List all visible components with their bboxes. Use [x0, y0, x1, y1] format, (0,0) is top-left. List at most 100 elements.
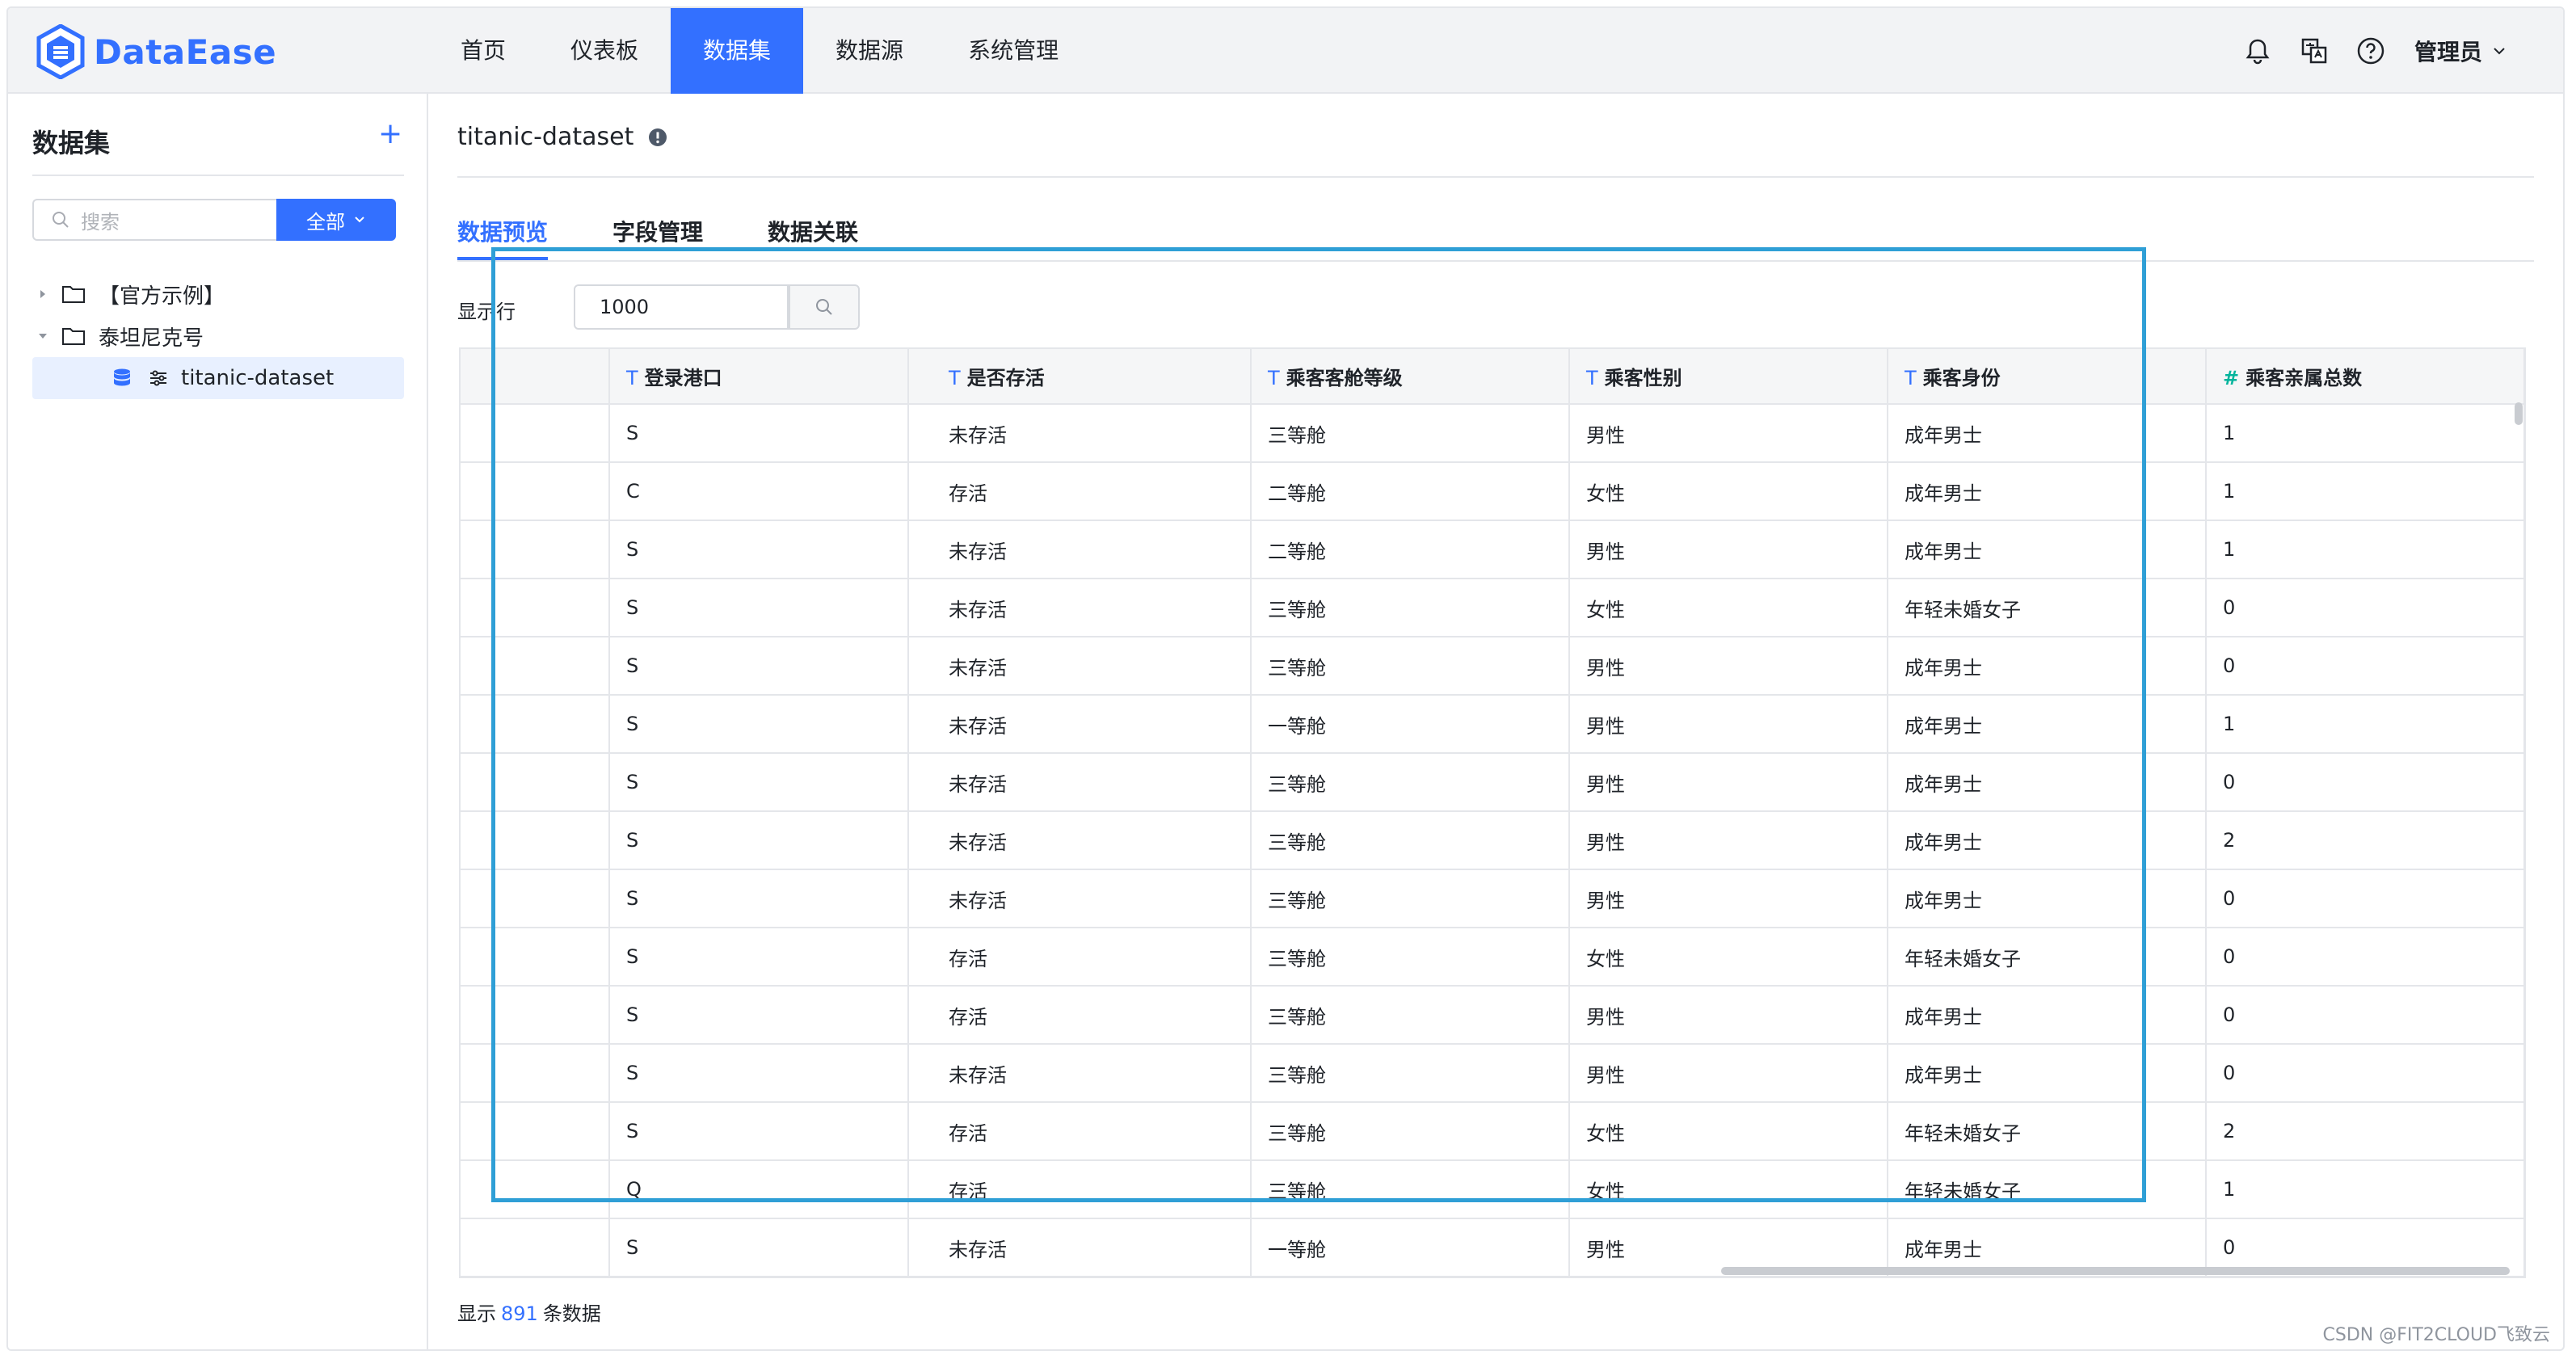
- column-header-label: 乘客性别: [1604, 367, 1682, 389]
- nav-item-dataset[interactable]: 数据集: [671, 8, 804, 94]
- rows-count-input[interactable]: 1000: [574, 284, 789, 330]
- column-gap: [908, 695, 932, 754]
- table-cell: 1: [2206, 404, 2524, 463]
- table-cell: S: [609, 986, 909, 1045]
- tabs-divider: [457, 260, 2534, 262]
- user-menu[interactable]: 管理员: [2414, 35, 2507, 67]
- rows-search-button[interactable]: [789, 284, 860, 330]
- table-cell: 0: [2206, 869, 2524, 928]
- text-type-icon: T: [626, 367, 638, 389]
- column-header[interactable]: T 乘客客舱等级: [1251, 349, 1570, 405]
- tree-item-label: 【官方示例】: [99, 284, 225, 309]
- row-index-header: [461, 349, 610, 405]
- column-gap: [908, 811, 932, 870]
- table-cell: S: [609, 1044, 909, 1103]
- table-cell: 男性: [1569, 1044, 1888, 1103]
- table-cell: 三等舱: [1251, 811, 1570, 870]
- table-cell: 男性: [1569, 695, 1888, 754]
- table-cell: 二等舱: [1251, 520, 1570, 579]
- table-row: S 未存活 三等舱 男性 成年男士 1: [461, 404, 2524, 463]
- help-icon[interactable]: [2355, 35, 2387, 67]
- table-cell: 成年男士: [1888, 869, 2207, 928]
- table-cell: 三等舱: [1251, 404, 1570, 463]
- count-suffix: 条数据: [542, 1302, 601, 1325]
- caret-down-icon[interactable]: [32, 330, 53, 342]
- table-cell: 年轻未婚女子: [1888, 928, 2207, 987]
- nav-item-dashboard[interactable]: 仪表板: [538, 8, 671, 94]
- horizontal-scrollbar[interactable]: [1721, 1267, 2510, 1275]
- table-cell: S: [609, 579, 909, 637]
- column-gap: [908, 986, 932, 1045]
- tab-data-association[interactable]: 数据关联: [768, 215, 858, 260]
- sidebar-divider: [32, 175, 404, 176]
- row-index-cell: [461, 579, 610, 637]
- table-cell: 一等舱: [1251, 1218, 1570, 1277]
- row-index-cell: [461, 928, 610, 987]
- nav-item-datasource[interactable]: 数据源: [803, 8, 936, 94]
- column-header[interactable]: T 乘客身份: [1888, 349, 2207, 405]
- table-cell: 存活: [932, 462, 1252, 521]
- table-cell: S: [609, 811, 909, 870]
- table-cell: S: [609, 637, 909, 696]
- data-preview-table[interactable]: T 登录港口 T 是否存活 T 乘客客舱等级 T 乘客性别 T 乘客身份 # 乘客亲属总数 …: [459, 347, 2526, 1278]
- column-gap: [908, 349, 932, 405]
- table-row: S 未存活 三等舱 男性 成年男士 0: [461, 869, 2524, 928]
- search-placeholder: 搜索: [81, 210, 120, 234]
- table-cell: 1: [2206, 1160, 2524, 1219]
- table-row: S 未存活 三等舱 男性 成年男士 0: [461, 753, 2524, 812]
- table-cell: 男性: [1569, 869, 1888, 928]
- column-gap: [908, 869, 932, 928]
- caret-right-icon[interactable]: [32, 288, 53, 300]
- column-gap: [908, 404, 932, 463]
- table-cell: 1: [2206, 695, 2524, 754]
- column-header[interactable]: T 是否存活: [932, 349, 1252, 405]
- tab-data-preview[interactable]: 数据预览: [457, 215, 549, 260]
- table-cell: 三等舱: [1251, 753, 1570, 812]
- table-cell: 男性: [1569, 811, 1888, 870]
- table-cell: 未存活: [932, 1044, 1252, 1103]
- add-dataset-button[interactable]: +: [378, 118, 402, 150]
- translate-icon[interactable]: [2298, 35, 2330, 67]
- brand-logo[interactable]: DataEase: [36, 23, 276, 81]
- notification-icon[interactable]: [2241, 35, 2274, 67]
- table-row: S 未存活 一等舱 男性 成年男士 1: [461, 695, 2524, 754]
- table-cell: 0: [2206, 1044, 2524, 1103]
- search-icon: [53, 212, 69, 228]
- nav-item-system[interactable]: 系统管理: [936, 8, 1091, 94]
- table-cell: 未存活: [932, 404, 1252, 463]
- column-header[interactable]: T 登录港口: [609, 349, 909, 405]
- column-gap: [908, 753, 932, 812]
- column-gap: [908, 579, 932, 637]
- table-cell: 成年男士: [1888, 695, 2207, 754]
- brand-name: DataEase: [94, 32, 277, 72]
- table-cell: 存活: [932, 1102, 1252, 1161]
- table-cell: C: [609, 462, 909, 521]
- nav-item-home[interactable]: 首页: [428, 8, 538, 94]
- tree-item-titanic-folder[interactable]: 泰坦尼克号: [32, 315, 404, 357]
- column-header[interactable]: # 乘客亲属总数: [2206, 349, 2524, 405]
- info-icon[interactable]: [648, 128, 667, 147]
- tree-item-label: 泰坦尼克号: [99, 326, 204, 351]
- vertical-scrollbar[interactable]: [2515, 402, 2523, 425]
- tab-field-management[interactable]: 字段管理: [612, 215, 703, 260]
- tree-item-titanic-dataset[interactable]: titanic-dataset: [32, 357, 404, 399]
- app-window: DataEase 首页 仪表板 数据集 数据源 系统管理 管理员 数据集 + 搜…: [6, 6, 2565, 1351]
- table-cell: 女性: [1569, 462, 1888, 521]
- table-cell: 成年男士: [1888, 520, 2207, 579]
- column-gap: [908, 928, 932, 987]
- filter-dropdown[interactable]: 全部: [276, 199, 396, 241]
- table-cell: S: [609, 928, 909, 987]
- column-header[interactable]: T 乘客性别: [1569, 349, 1888, 405]
- column-gap: [908, 1218, 932, 1277]
- table-cell: 未存活: [932, 753, 1252, 812]
- table-cell: 成年男士: [1888, 986, 2207, 1045]
- sidebar-search-input[interactable]: 搜索: [32, 199, 276, 241]
- chevron-down-icon: [355, 217, 364, 223]
- column-gap: [908, 1160, 932, 1219]
- column-header-label: 乘客身份: [1922, 367, 2001, 389]
- tree-item-official-examples[interactable]: 【官方示例】: [32, 273, 404, 315]
- table-cell: 未存活: [932, 695, 1252, 754]
- row-index-cell: [461, 1218, 610, 1277]
- table-row: S 未存活 三等舱 男性 成年男士 2: [461, 811, 2524, 870]
- row-index-cell: [461, 753, 610, 812]
